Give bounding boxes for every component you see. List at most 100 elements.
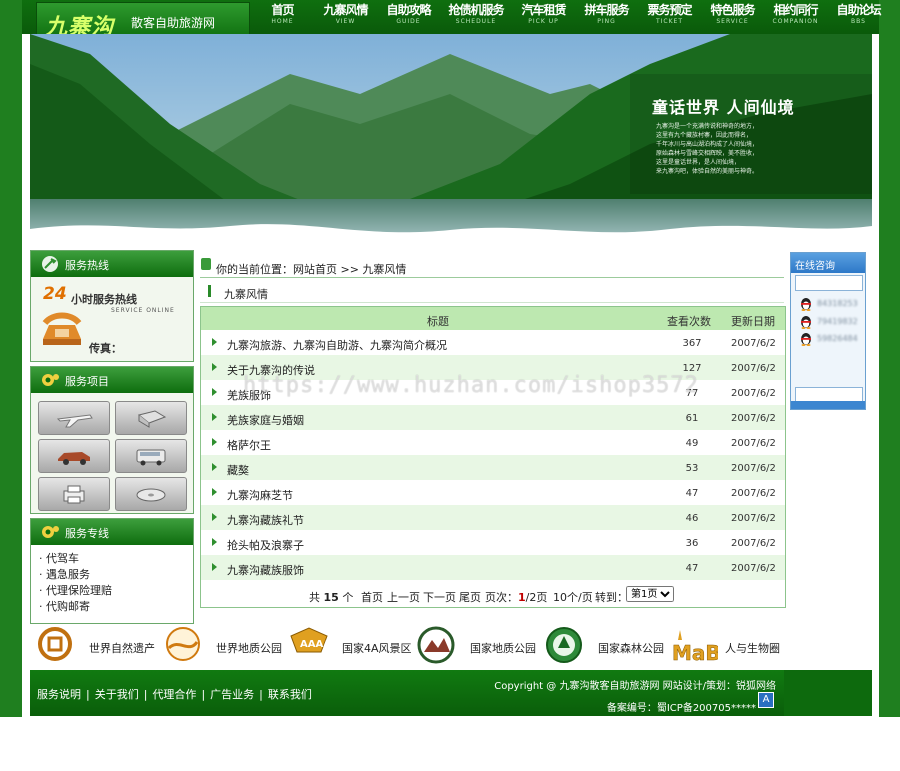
row-title[interactable]: 九寨沟藏族服饰	[227, 562, 304, 578]
last-page-link[interactable]: 尾页	[459, 589, 481, 605]
row-views: 53	[685, 463, 699, 474]
table-row[interactable]: 藏獒 53 2007/6/2	[201, 455, 785, 480]
services-header: 服务项目	[31, 367, 193, 393]
service-printer-button[interactable]	[38, 477, 110, 511]
row-views: 46	[685, 513, 699, 524]
services-title: 服务项目	[65, 375, 109, 388]
stat-icon[interactable]: A	[758, 692, 774, 708]
heritage-item[interactable]: 世界自然遗产	[38, 626, 155, 668]
row-views: 47	[685, 488, 699, 499]
qq-contact[interactable]: 59826484	[799, 332, 859, 346]
prev-page-link[interactable]: 上一页	[387, 589, 420, 605]
banner-description: 九寨沟是一个充满传说和神奇的地方， 这里有九个藏族村寨，因此而得名， 千年冰川与…	[656, 123, 759, 175]
table-header: 标题 查看次数 更新日期	[201, 307, 785, 330]
row-date: 2007/6/2	[731, 413, 776, 424]
watermark: https://www.huzhan.com/ishop3572	[243, 373, 699, 398]
arrow-icon	[212, 438, 217, 446]
breadcrumb-current-link[interactable]: 九寨风情	[362, 263, 406, 276]
service-icon-grid	[38, 401, 188, 511]
heritage-item[interactable]: MaB 人与生物圈	[670, 626, 780, 668]
row-title[interactable]: 九寨沟藏族礼节	[227, 512, 304, 528]
header-title: 标题	[427, 315, 449, 328]
row-title[interactable]: 藏獒	[227, 462, 249, 478]
footer-link-service[interactable]: 服务说明	[37, 688, 81, 701]
page-select[interactable]: 第1页	[626, 586, 674, 602]
breadcrumb-label: 你的当前位置：	[216, 263, 293, 276]
page-indicator: 页次：1/2页	[485, 591, 548, 604]
wrench-icon	[40, 255, 60, 276]
row-date: 2007/6/2	[731, 513, 776, 524]
table-row[interactable]: 抢头帕及浪寨子 36 2007/6/2	[201, 530, 785, 555]
nav-item-bbs[interactable]: 自助论坛 BBS	[834, 2, 883, 32]
hotline-header: 服务热线	[31, 251, 193, 277]
nav-item-pickup[interactable]: 汽车租赁 PICK UP	[519, 2, 568, 32]
first-page-link[interactable]: 首页	[361, 589, 383, 605]
online-header: 在线咨询	[791, 253, 865, 273]
service-line-item[interactable]: · 代驾车	[39, 551, 112, 567]
footer-links: 服务说明 | 关于我们 | 代理合作 | 广告业务 | 联系我们	[37, 688, 312, 701]
table-row[interactable]: 九寨沟藏族礼节 46 2007/6/2	[201, 505, 785, 530]
nav-item-home[interactable]: 首页 HOME	[258, 2, 307, 32]
service-line-item[interactable]: · 代购邮寄	[39, 599, 112, 615]
service-flight-button[interactable]	[38, 401, 110, 435]
services-panel: 服务项目	[30, 366, 194, 514]
main-nav: 首页 HOME 九寨风情 VIEW 自助攻略 GUIDE 抢债机服务 SCHEDULE …	[258, 2, 883, 32]
heritage-item[interactable]: 国家森林公园	[544, 626, 664, 668]
row-title[interactable]: 九寨沟麻芝节	[227, 487, 293, 503]
footer-link-ads[interactable]: 广告业务	[210, 688, 254, 701]
row-views: 36	[685, 538, 699, 549]
row-title[interactable]: 羌族家庭与婚姻	[227, 412, 304, 428]
next-page-link[interactable]: 下一页	[423, 589, 456, 605]
nav-item-schedule[interactable]: 抢债机服务 SCHEDULE	[447, 2, 505, 32]
hotline-panel: 服务热线 24 小时服务热线 SERVICE ONLINE 传真：	[30, 250, 194, 362]
nav-item-service[interactable]: 特色服务 SERVICE	[708, 2, 757, 32]
nav-item-ticket[interactable]: 票务预定 TICKET	[645, 2, 694, 32]
row-date: 2007/6/2	[731, 563, 776, 574]
service-line-item[interactable]: · 遇急服务	[39, 567, 112, 583]
nav-item-view[interactable]: 九寨风情 VIEW	[321, 2, 370, 32]
service-lines-list: · 代驾车 · 遇急服务 · 代理保险理赔 · 代购邮寄	[39, 551, 112, 615]
table-row[interactable]: 格萨尔王 49 2007/6/2	[201, 430, 785, 455]
telephone-icon	[39, 309, 85, 352]
hotline-24: 24	[43, 284, 67, 304]
table-row[interactable]: 九寨沟旅游、九寨沟自助游、九寨沟简介概况 367 2007/6/2	[201, 330, 785, 355]
table-row[interactable]: 九寨沟藏族服饰 47 2007/6/2	[201, 555, 785, 580]
row-date: 2007/6/2	[731, 488, 776, 499]
footer-link-agency[interactable]: 代理合作	[152, 688, 196, 701]
footer-link-about[interactable]: 关于我们	[95, 688, 139, 701]
forest-park-icon	[546, 627, 582, 663]
row-title[interactable]: 格萨尔王	[227, 437, 271, 453]
qq-contact[interactable]: 84318253	[799, 297, 859, 311]
car-icon	[58, 452, 90, 465]
service-delivery-button[interactable]	[115, 401, 187, 435]
service-line-item[interactable]: · 代理保险理赔	[39, 583, 112, 599]
row-title[interactable]: 抢头帕及浪寨子	[227, 537, 304, 553]
row-date: 2007/6/2	[731, 338, 776, 349]
table-row[interactable]: 羌族家庭与婚姻 61 2007/6/2	[201, 405, 785, 430]
service-car-button[interactable]	[38, 439, 110, 473]
section-marker	[208, 285, 211, 297]
parcel-icon	[137, 410, 167, 428]
service-lines-title: 服务专线	[65, 527, 109, 540]
service-cd-button[interactable]	[115, 477, 187, 511]
heritage-item[interactable]: AAAA 国家4A风景区	[289, 626, 412, 668]
nav-item-guide[interactable]: 自助攻略 GUIDE	[384, 2, 433, 32]
service-bus-button[interactable]	[115, 439, 187, 473]
world-heritage-icon	[38, 627, 72, 661]
arrow-icon	[212, 488, 217, 496]
section-title: 九寨风情	[224, 288, 268, 301]
bus-icon	[136, 449, 166, 466]
breadcrumb-text: 你的当前位置：网站首页 >> 九寨风情	[216, 261, 406, 277]
table-row[interactable]: 九寨沟麻芝节 47 2007/6/2	[201, 480, 785, 505]
nav-item-ping[interactable]: 拼车服务 PING	[582, 2, 631, 32]
footer-link-contact[interactable]: 联系我们	[268, 688, 312, 701]
breadcrumb-home-link[interactable]: 网站首页	[293, 263, 337, 276]
footer-side-block	[784, 670, 872, 716]
service-lines-header: 服务专线	[31, 519, 193, 545]
pagination: 共 15 个 首页 上一页 下一页 尾页 页次：1/2页 10个/页 转到： 第…	[201, 586, 785, 604]
row-title[interactable]: 九寨沟旅游、九寨沟自助游、九寨沟简介概况	[227, 337, 447, 353]
heritage-item[interactable]: 世界地质公园	[165, 626, 282, 668]
qq-contact[interactable]: 79419832	[799, 315, 859, 329]
nav-item-companion[interactable]: 相约同行 COMPANION	[771, 2, 820, 32]
heritage-item[interactable]: 国家地质公园	[416, 626, 536, 668]
